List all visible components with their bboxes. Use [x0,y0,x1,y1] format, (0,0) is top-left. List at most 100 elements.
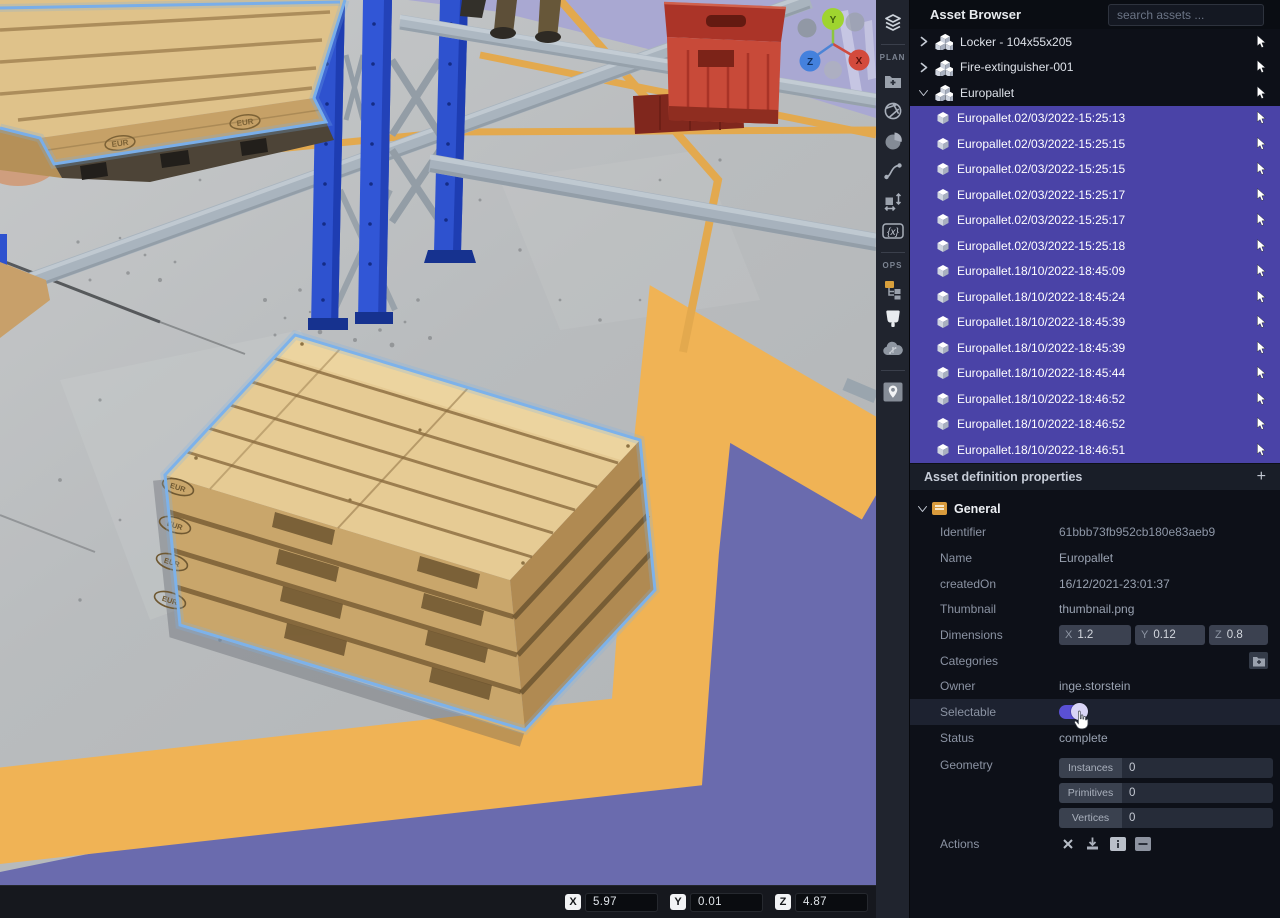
spline-icon[interactable] [880,158,906,184]
property-dimensions: Dimensions X 1.2 Y 0.12 Z 0.8 [910,622,1280,648]
divider [880,252,905,253]
tree-item-europallet-instance[interactable]: Europallet.02/03/2022-15:25:17 [910,182,1280,208]
cube-icon [936,162,950,176]
selectable-toggle[interactable] [1059,703,1088,721]
measure-icon[interactable] [880,188,906,214]
coord-y-field[interactable]: 0.01 [690,892,763,912]
info-icon[interactable] [1109,836,1126,851]
cube-stack-icon [933,84,953,101]
cube-icon [936,239,950,253]
tree-item-europallet-instance[interactable]: Europallet.18/10/2022-18:45:09 [910,258,1280,284]
dimension-z-input[interactable]: Z 0.8 [1209,625,1268,646]
pick-cursor-icon[interactable] [1256,60,1268,74]
geometry-vertices-field[interactable]: Vertices 0 [1059,807,1273,828]
pick-cursor-icon[interactable] [1256,443,1268,457]
geometry-primitives-field[interactable]: Primitives 0 [1059,782,1273,803]
viewport-status-bar: X 5.97 Y 0.01 Z 4.87 [0,885,876,918]
pick-cursor-icon[interactable] [1256,188,1268,202]
tree-item-europallet-instance[interactable]: Europallet.18/10/2022-18:45:24 [910,284,1280,310]
cube-icon [936,290,950,304]
tree-item-europallet-instance[interactable]: Europallet.18/10/2022-18:46:52 [910,386,1280,412]
cube-icon [936,213,950,227]
cube-icon [936,443,950,457]
pick-cursor-icon[interactable] [1256,86,1268,100]
cube-icon [936,417,950,431]
pick-cursor-icon[interactable] [1256,290,1268,304]
pick-cursor-icon[interactable] [1256,162,1268,176]
asset-tree: Locker - 104x55x205 Fire-extinguisher-00… [910,29,1280,463]
dimension-y-input[interactable]: Y 0.12 [1135,625,1205,646]
add-category-folder-icon[interactable] [1249,652,1268,670]
minus-icon[interactable] [1134,836,1151,851]
map-location-icon[interactable] [880,379,906,405]
chevron-right-icon[interactable] [917,35,930,48]
add-property-button[interactable]: + [1257,468,1266,485]
download-icon[interactable] [1084,836,1101,851]
tree-item-europallet-instance[interactable]: Europallet.18/10/2022-18:45:44 [910,360,1280,386]
pick-cursor-icon[interactable] [1256,315,1268,329]
assets-stack-icon[interactable] [880,10,906,36]
coord-z-field[interactable]: 4.87 [795,892,868,912]
property-status: Status complete [940,730,1108,745]
shutter-icon[interactable] [880,98,906,124]
chevron-down-icon[interactable] [916,502,929,515]
delete-x-icon[interactable] [1059,836,1076,851]
property-categories: Categories [910,648,1280,674]
property-thumbnail: Thumbnail thumbnail.png [940,602,1135,617]
paddle-icon[interactable] [880,306,906,332]
tree-item-europallet-instance[interactable]: Europallet.18/10/2022-18:46:52 [910,411,1280,437]
pick-cursor-icon[interactable] [1256,111,1268,125]
property-actions: Actions [910,831,1280,857]
pick-cursor-icon[interactable] [1256,213,1268,227]
panel-header: Asset Browser [910,0,1280,29]
coordinate-z: Z 4.87 [775,892,868,912]
viewport-3d[interactable]: EUR EUR EUR EUR EUR EUR Y X Z X 5.97 Y 0… [0,0,876,918]
property-selectable: Selectable [910,699,1280,730]
pick-cursor-icon[interactable] [1256,35,1268,49]
tree-item-europallet-instance[interactable]: Europallet.02/03/2022-15:25:17 [910,207,1280,233]
tree-item-europallet-instance[interactable]: Europallet.18/10/2022-18:46:51 [910,437,1280,463]
tree-item-europallet-instance[interactable]: Europallet.18/10/2022-18:45:39 [910,335,1280,361]
pick-cursor-icon[interactable] [1256,137,1268,151]
tree-item-europallet[interactable]: Europallet [910,80,1280,106]
tree-item-europallet-instance[interactable]: Europallet.02/03/2022-15:25:15 [910,156,1280,182]
cube-icon [936,111,950,125]
pick-cursor-icon[interactable] [1256,392,1268,406]
cube-icon [936,315,950,329]
pick-cursor-icon[interactable] [1256,341,1268,355]
pie-chart-icon[interactable] [880,128,906,154]
geometry-instances-field[interactable]: Instances 0 [1059,757,1273,778]
pick-cursor-icon[interactable] [1256,366,1268,380]
panel-title: Asset Browser [930,7,1022,22]
variables-icon[interactable]: {x} [880,218,906,244]
x-axis-chip: X [565,894,581,910]
cube-stack-icon [933,33,953,50]
general-section-row[interactable]: General [910,498,1280,520]
warehouse-scene[interactable]: EUR EUR EUR EUR EUR EUR Y X Z [0,0,876,918]
pick-cursor-icon[interactable] [1256,417,1268,431]
divider [880,370,905,371]
cube-icon [936,366,950,380]
search-input[interactable] [1108,3,1264,26]
tree-item-europallet-instance[interactable]: Europallet.02/03/2022-15:25:15 [910,131,1280,157]
tree-item-fire-extinguisher[interactable]: Fire-extinguisher-001 [910,55,1280,81]
chevron-right-icon[interactable] [917,61,930,74]
coord-x-field[interactable]: 5.97 [585,892,658,912]
asset-browser-panel: Asset Browser Locker - 104x55x205 Fire-e… [910,0,1280,918]
tree-item-europallet-instance[interactable]: Europallet.02/03/2022-15:25:13 [910,105,1280,131]
svg-text:X: X [856,56,863,67]
coordinate-x: X 5.97 [565,892,658,912]
add-folder-icon[interactable] [880,68,906,94]
tree-item-locker[interactable]: Locker - 104x55x205 [910,29,1280,55]
structure-icon[interactable] [880,276,906,302]
side-toolbar: PLAN {x} OPS [876,0,910,918]
dimension-x-input[interactable]: X 1.2 [1059,625,1131,646]
properties-title: Asset definition properties [924,469,1083,484]
tree-item-europallet-instance[interactable]: Europallet.02/03/2022-15:25:18 [910,233,1280,259]
pick-cursor-icon[interactable] [1256,239,1268,253]
tree-item-europallet-instance[interactable]: Europallet.18/10/2022-18:45:39 [910,309,1280,335]
chevron-down-icon[interactable] [917,86,930,99]
pick-cursor-icon[interactable] [1256,264,1268,278]
cube-icon [936,137,950,151]
cloud-network-icon[interactable] [880,336,906,362]
